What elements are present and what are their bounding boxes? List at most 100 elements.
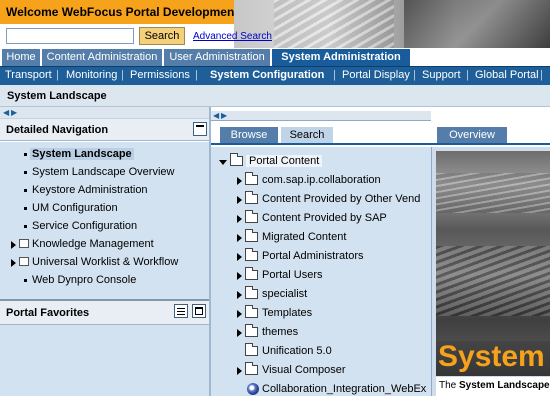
tree-node[interactable]: Unification 5.0: [211, 342, 431, 361]
expand-arrow-icon[interactable]: [237, 215, 242, 223]
folder-icon: [19, 239, 29, 248]
nav-item-knowledge-management[interactable]: Knowledge Management: [0, 236, 209, 253]
folder-icon: [245, 286, 258, 299]
nav-item-universal-worklist[interactable]: Universal Worklist & Workflow: [0, 254, 209, 271]
folder-icon: [245, 305, 258, 318]
middle-panel-splitter[interactable]: ◀ ▶: [211, 111, 431, 121]
folder-icon: [245, 210, 258, 223]
tree-node[interactable]: Collaboration_Integration_WebEx: [211, 380, 431, 396]
expand-arrow-icon[interactable]: [237, 177, 242, 185]
page-title: System Landscape: [7, 90, 107, 102]
subnav-global-portal[interactable]: Global Portal: [475, 69, 539, 81]
tree-node-label: Visual Composer: [262, 364, 346, 376]
subnav-portal-display[interactable]: Portal Display: [342, 69, 410, 81]
collapse-left-icon[interactable]: ◀: [213, 111, 219, 120]
tab-browse[interactable]: Browse: [220, 127, 278, 143]
expand-arrow-icon[interactable]: [11, 241, 16, 249]
tree-node[interactable]: Templates: [211, 304, 431, 323]
subnav-monitoring[interactable]: Monitoring: [66, 69, 117, 81]
maximize-icon[interactable]: [192, 304, 206, 318]
overview-banner-title-area: System: [436, 340, 550, 376]
expand-arrow-icon[interactable]: [237, 310, 242, 318]
tree-node[interactable]: Visual Composer: [211, 361, 431, 380]
subnav-transport[interactable]: Transport: [5, 69, 52, 81]
tree-node-label: Portal Administrators: [262, 250, 364, 262]
expand-arrow-icon[interactable]: [237, 272, 242, 280]
expand-arrow-icon[interactable]: [237, 291, 242, 299]
detailed-navigation-list: System Landscape System Landscape Overvi…: [0, 142, 209, 299]
tree-node[interactable]: themes: [211, 323, 431, 342]
tree-node-label: Portal Content: [246, 155, 323, 167]
subnav-permissions[interactable]: Permissions: [130, 69, 190, 81]
tab-content-administration[interactable]: Content Administration: [42, 49, 162, 66]
search-button[interactable]: Search: [139, 27, 185, 45]
tab-user-administration[interactable]: User Administration: [164, 49, 270, 66]
bullet-icon: [24, 189, 27, 192]
nav-item-label: UM Configuration: [32, 202, 118, 214]
nav-item-label: Knowledge Management: [32, 238, 154, 250]
portal-favorites-body: [0, 325, 209, 396]
banner-decoration: [436, 246, 550, 316]
folder-icon: [245, 229, 258, 242]
tab-home[interactable]: Home: [2, 49, 40, 66]
overview-caption: The System Landscape: [436, 377, 550, 396]
nav-item-system-landscape[interactable]: System Landscape: [0, 146, 209, 163]
tab-underline: [211, 143, 431, 145]
subnav-separator: |: [333, 69, 336, 81]
expand-arrow-icon[interactable]: [11, 259, 16, 267]
bullet-icon: [24, 171, 27, 174]
tree-node-label: Portal Users: [262, 269, 323, 281]
expand-arrow-icon[interactable]: [237, 367, 242, 375]
folder-icon: [245, 324, 258, 337]
tree-node[interactable]: Portal Administrators: [211, 247, 431, 266]
subnav-support[interactable]: Support: [422, 69, 461, 81]
tree-node-label: themes: [262, 326, 299, 338]
collapse-arrow-icon[interactable]: [219, 160, 227, 165]
expand-arrow-icon[interactable]: [237, 196, 242, 204]
folder-icon: [245, 267, 258, 280]
nav-item-system-landscape-overview[interactable]: System Landscape Overview: [0, 164, 209, 181]
tree-node[interactable]: Content Provided by Other Vend: [211, 190, 431, 209]
tab-search[interactable]: Search: [281, 127, 333, 143]
tree-node-label: specialist: [262, 288, 308, 300]
nav-item-label: System Landscape Overview: [32, 166, 175, 178]
expand-arrow-icon[interactable]: [237, 329, 242, 337]
tree-node[interactable]: Content Provided by SAP: [211, 209, 431, 228]
bullet-icon: [24, 207, 27, 210]
tree-node[interactable]: Migrated Content: [211, 228, 431, 247]
folder-icon: [245, 248, 258, 261]
nav-item-keystore-administration[interactable]: Keystore Administration: [0, 182, 209, 199]
tree-node-portal-content[interactable]: Portal Content: [211, 152, 431, 171]
search-input[interactable]: [6, 28, 134, 44]
header-banner-image: [234, 0, 550, 48]
expand-arrow-icon[interactable]: [237, 234, 242, 242]
subnav-separator: |: [121, 69, 124, 81]
tree-node-label: Content Provided by SAP: [262, 212, 387, 224]
favorites-menu-icon[interactable]: [174, 304, 188, 318]
tree-node[interactable]: Portal Users: [211, 266, 431, 285]
banner-decoration: [436, 173, 550, 213]
collapse-left-icon[interactable]: ◀: [3, 108, 9, 117]
tab-system-administration[interactable]: System Administration: [272, 49, 410, 66]
overview-caption-bold: System Landscape: [459, 380, 550, 391]
advanced-search-link[interactable]: Advanced Search: [193, 31, 272, 42]
tree-node[interactable]: specialist: [211, 285, 431, 304]
tree-node-label: Unification 5.0: [262, 345, 332, 357]
portal-favorites-title: Portal Favorites: [6, 307, 90, 319]
expand-right-icon[interactable]: ▶: [221, 111, 227, 120]
tree-node[interactable]: com.sap.ip.collaboration: [211, 171, 431, 190]
left-panel-splitter[interactable]: ◀ ▶: [0, 107, 211, 119]
subnav-system-configuration[interactable]: System Configuration: [210, 69, 324, 81]
left-panel: ◀ ▶ Detailed Navigation System Landscape…: [0, 107, 211, 396]
portal-favorites-header: Portal Favorites: [0, 301, 209, 325]
tab-overview[interactable]: Overview: [437, 127, 507, 143]
bullet-icon: [24, 279, 27, 282]
detailed-navigation-title: Detailed Navigation: [6, 124, 109, 136]
nav-item-web-dynpro-console[interactable]: Web Dynpro Console: [0, 272, 209, 289]
tab-underline: [431, 143, 550, 145]
nav-item-service-configuration[interactable]: Service Configuration: [0, 218, 209, 235]
nav-item-um-configuration[interactable]: UM Configuration: [0, 200, 209, 217]
expand-right-icon[interactable]: ▶: [11, 108, 17, 117]
expand-arrow-icon[interactable]: [237, 253, 242, 261]
minimize-icon[interactable]: [193, 122, 207, 136]
